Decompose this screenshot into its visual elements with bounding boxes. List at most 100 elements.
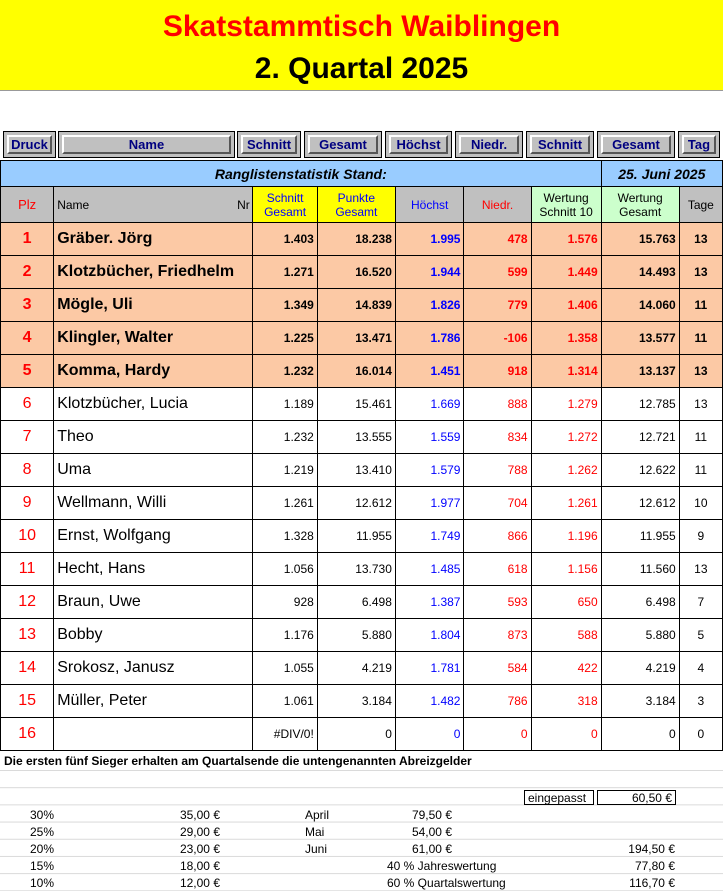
ranking-row: 1 Gräber. Jörg 1.403 18.238 1.995 478 1.576 15.… (0, 222, 723, 256)
punkte-cell: 16.520 (316, 255, 396, 289)
hoechst-cell: 1.781 (394, 651, 465, 685)
schnitt-cell: 1.232 (252, 354, 318, 388)
rank-cell: 11 (0, 552, 55, 586)
wertung-gesamt-cell: 14.060 (600, 288, 680, 322)
rank-cell: 3 (0, 288, 55, 322)
niedr-cell: 866 (463, 519, 532, 553)
name-cell: Theo (53, 420, 238, 454)
wertung-schnitt-cell: 1.576 (530, 222, 602, 256)
payout-amount: 23,00 € (179, 842, 220, 856)
sort-gesamt-button[interactable]: Gesamt (304, 131, 382, 158)
schnitt-cell: #DIV/0! (252, 717, 318, 751)
hoechst-cell: 1.826 (394, 288, 465, 322)
header-niedr: Niedr. (463, 186, 532, 223)
sort-wertung-gesamt-button[interactable]: Gesamt (597, 131, 675, 158)
sort-tag-button[interactable]: Tag (678, 131, 720, 158)
schnitt-cell: 1.403 (252, 222, 318, 256)
schnitt-cell: 928 (252, 585, 318, 619)
hoechst-cell: 1.804 (394, 618, 465, 652)
wertung-schnitt-cell: 1.449 (530, 255, 602, 289)
ranking-row: 8 Uma 1.219 13.410 1.579 788 1.262 12.622 11 (0, 453, 723, 487)
nr-cell (237, 684, 254, 718)
schnitt-cell: 1.061 (252, 684, 318, 718)
niedr-cell: 786 (463, 684, 532, 718)
nr-cell (237, 585, 254, 619)
nr-cell (237, 552, 254, 586)
hoechst-cell: 1.482 (394, 684, 465, 718)
rank-cell: 14 (0, 651, 55, 685)
stand-label: Ranglistenstatistik Stand: (0, 160, 602, 187)
nr-cell (237, 618, 254, 652)
header-tage: Tage (678, 186, 723, 223)
punkte-cell: 13.410 (316, 453, 396, 487)
wertung-gesamt-cell: 0 (600, 717, 680, 751)
payout-percent: 30% (29, 808, 54, 822)
nr-cell (237, 651, 254, 685)
hoechst-cell: 1.995 (394, 222, 465, 256)
ranking-row: 13 Bobby 1.176 5.880 1.804 873 588 5.880 5 (0, 618, 723, 652)
sort-name-button[interactable]: Name (58, 131, 235, 158)
stand-row: Ranglistenstatistik Stand: 25. Juni 2025 (0, 160, 723, 187)
wertung-gesamt-cell: 11.955 (600, 519, 680, 553)
payout-note: Die ersten fünf Sieger erhalten am Quart… (4, 754, 472, 768)
column-header-row: Plz Name Nr Schnitt Gesamt Punkte Gesamt H… (0, 186, 723, 223)
punkte-cell: 12.612 (316, 486, 396, 520)
sort-wertung-schnitt-button[interactable]: Schnitt (526, 131, 594, 158)
summary-value: 194,50 € (628, 842, 675, 856)
payout-amount: 12,00 € (179, 876, 220, 890)
sort-schnitt-button[interactable]: Schnitt (237, 131, 301, 158)
wertung-schnitt-cell: 1.272 (530, 420, 602, 454)
month-label: Juni (305, 842, 328, 856)
punkte-cell: 6.498 (316, 585, 396, 619)
club-title: Skatstammtisch Waiblingen (162, 10, 561, 43)
wertung-gesamt-cell: 12.785 (600, 387, 680, 421)
name-cell: Ernst, Wolfgang (53, 519, 238, 553)
month-amount: 61,00 € (411, 842, 452, 856)
punkte-cell: 0 (316, 717, 396, 751)
wertung-schnitt-cell: 1.261 (530, 486, 602, 520)
druck-button[interactable]: Druck (3, 131, 56, 158)
schnitt-cell: 1.225 (252, 321, 318, 355)
nr-cell (237, 387, 254, 421)
ranking-row: 16 #DIV/0! 0 0 0 0 0 0 (0, 717, 723, 751)
month-amount: 54,00 € (411, 825, 452, 839)
niedr-cell: 584 (463, 651, 532, 685)
niedr-cell: 779 (463, 288, 532, 322)
tage-cell: 13 (678, 354, 723, 388)
wertung-schnitt-cell: 318 (530, 684, 602, 718)
tage-cell: 11 (678, 453, 723, 487)
wertung-gesamt-cell: 12.721 (600, 420, 680, 454)
name-cell: Klotzbücher, Lucia (53, 387, 238, 421)
rank-cell: 2 (0, 255, 55, 289)
ranking-row: 9 Wellmann, Willi 1.261 12.612 1.977 704 1.261… (0, 486, 723, 520)
nr-cell (237, 354, 254, 388)
payout-percent: 10% (29, 876, 54, 890)
sort-niedr-button[interactable]: Niedr. (455, 131, 523, 158)
niedr-cell: -106 (463, 321, 532, 355)
ranking-row: 11 Hecht, Hans 1.056 13.730 1.485 618 1.156 11.… (0, 552, 723, 586)
sort-hoechst-button[interactable]: Höchst (385, 131, 452, 158)
nr-cell (237, 486, 254, 520)
name-cell: Mögle, Uli (53, 288, 238, 322)
rank-cell: 4 (0, 321, 55, 355)
punkte-cell: 13.471 (316, 321, 396, 355)
punkte-cell: 13.730 (316, 552, 396, 586)
payout-percent: 15% (29, 859, 54, 873)
wertung-schnitt-cell: 1.314 (530, 354, 602, 388)
summary-value: 77,80 € (634, 859, 675, 873)
rank-cell: 9 (0, 486, 55, 520)
punkte-cell: 3.184 (316, 684, 396, 718)
ranking-row: 15 Müller, Peter 1.061 3.184 1.482 786 318 3.18… (0, 684, 723, 718)
niedr-cell: 918 (463, 354, 532, 388)
nr-cell (237, 717, 254, 751)
rank-cell: 8 (0, 453, 55, 487)
wertung-schnitt-cell: 422 (530, 651, 602, 685)
tage-cell: 9 (678, 519, 723, 553)
wertung-gesamt-cell: 12.612 (600, 486, 680, 520)
nr-cell (237, 288, 254, 322)
schnitt-cell: 1.261 (252, 486, 318, 520)
tage-cell: 13 (678, 552, 723, 586)
summary-value: 116,70 € (629, 876, 675, 890)
header-punkte: Punkte Gesamt (316, 186, 396, 223)
tage-cell: 10 (678, 486, 723, 520)
